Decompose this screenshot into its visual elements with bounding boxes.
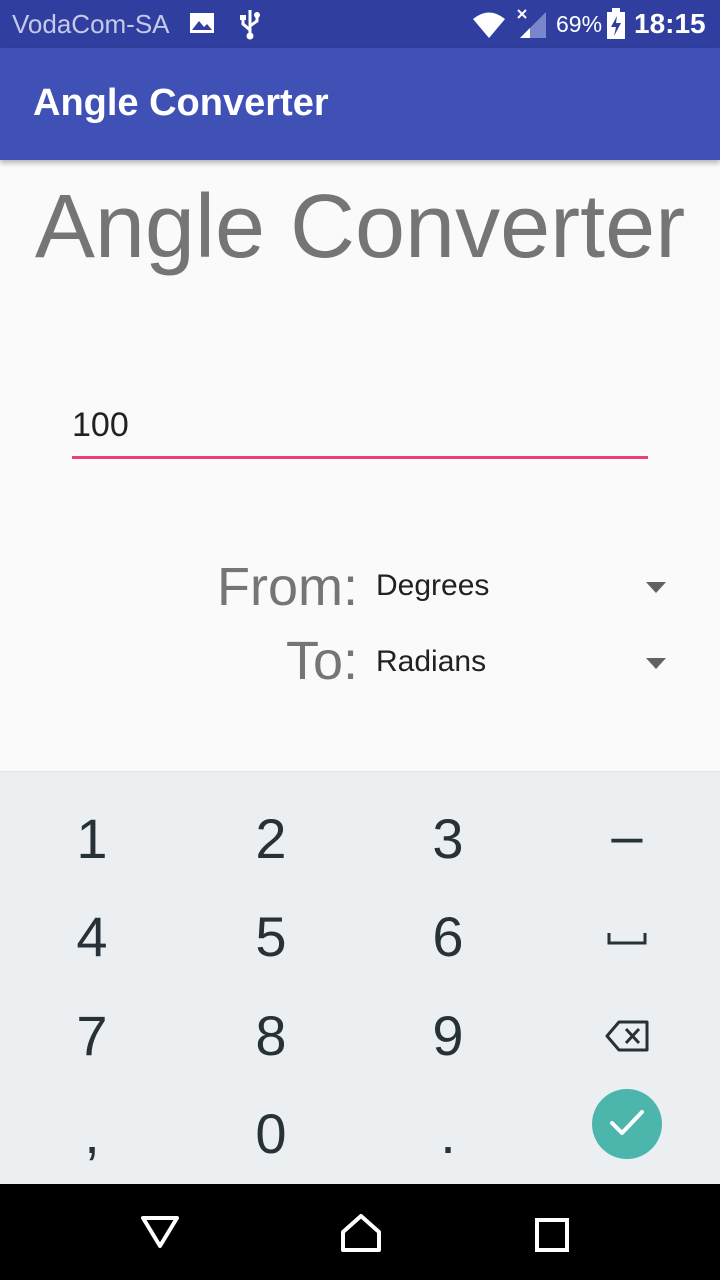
recents-icon[interactable] [535,1218,569,1252]
to-unit-value: Radians [376,645,487,678]
navigation-bar [0,1184,720,1280]
key-9[interactable]: 9 [358,986,538,1086]
space-icon [607,933,647,945]
dropdown-arrow-icon [646,658,666,669]
status-bar: VodaCom-SA 69% 18:15 [0,0,720,48]
app-bar: Angle Converter [0,48,720,160]
usb-icon [240,10,260,40]
from-label: From: [217,557,358,617]
carrier-name: VodaCom-SA [12,9,170,39]
key-space[interactable] [537,887,717,987]
back-icon[interactable] [140,1212,180,1252]
from-unit-value: Degrees [376,569,490,602]
clock: 18:15 [634,8,706,39]
key-backspace[interactable] [537,986,717,1086]
key-comma[interactable]: , [2,1084,182,1184]
cell-signal-icon [517,9,546,38]
wifi-icon [473,12,505,38]
key-minus[interactable]: – [537,786,717,886]
key-4[interactable]: 4 [2,887,182,987]
dropdown-arrow-icon [646,582,666,593]
image-notification-icon [190,13,214,33]
key-6[interactable]: 6 [358,887,538,987]
key-1[interactable]: 1 [2,789,182,889]
key-5[interactable]: 5 [181,887,361,987]
numeric-keyboard: 1 2 3 – 4 5 6 7 8 9 , 0 . [0,771,720,1185]
key-0[interactable]: 0 [181,1084,361,1184]
key-period[interactable]: . [358,1084,538,1184]
key-3[interactable]: 3 [358,789,538,889]
key-2[interactable]: 2 [181,789,361,889]
key-8[interactable]: 8 [181,986,361,1086]
app-bar-title: Angle Converter [33,82,329,124]
key-7[interactable]: 7 [2,986,182,1086]
home-icon[interactable] [340,1212,382,1254]
battery-charging-icon [607,8,625,39]
to-unit-dropdown[interactable]: Radians [376,637,676,693]
done-button[interactable] [592,1089,662,1159]
backspace-icon [605,1020,649,1052]
battery-percent: 69% [556,11,603,37]
angle-value-input[interactable] [72,400,648,459]
to-label: To: [285,631,358,691]
from-unit-dropdown[interactable]: Degrees [376,561,676,617]
page-title: Angle Converter [34,177,686,277]
check-icon [610,1110,644,1135]
